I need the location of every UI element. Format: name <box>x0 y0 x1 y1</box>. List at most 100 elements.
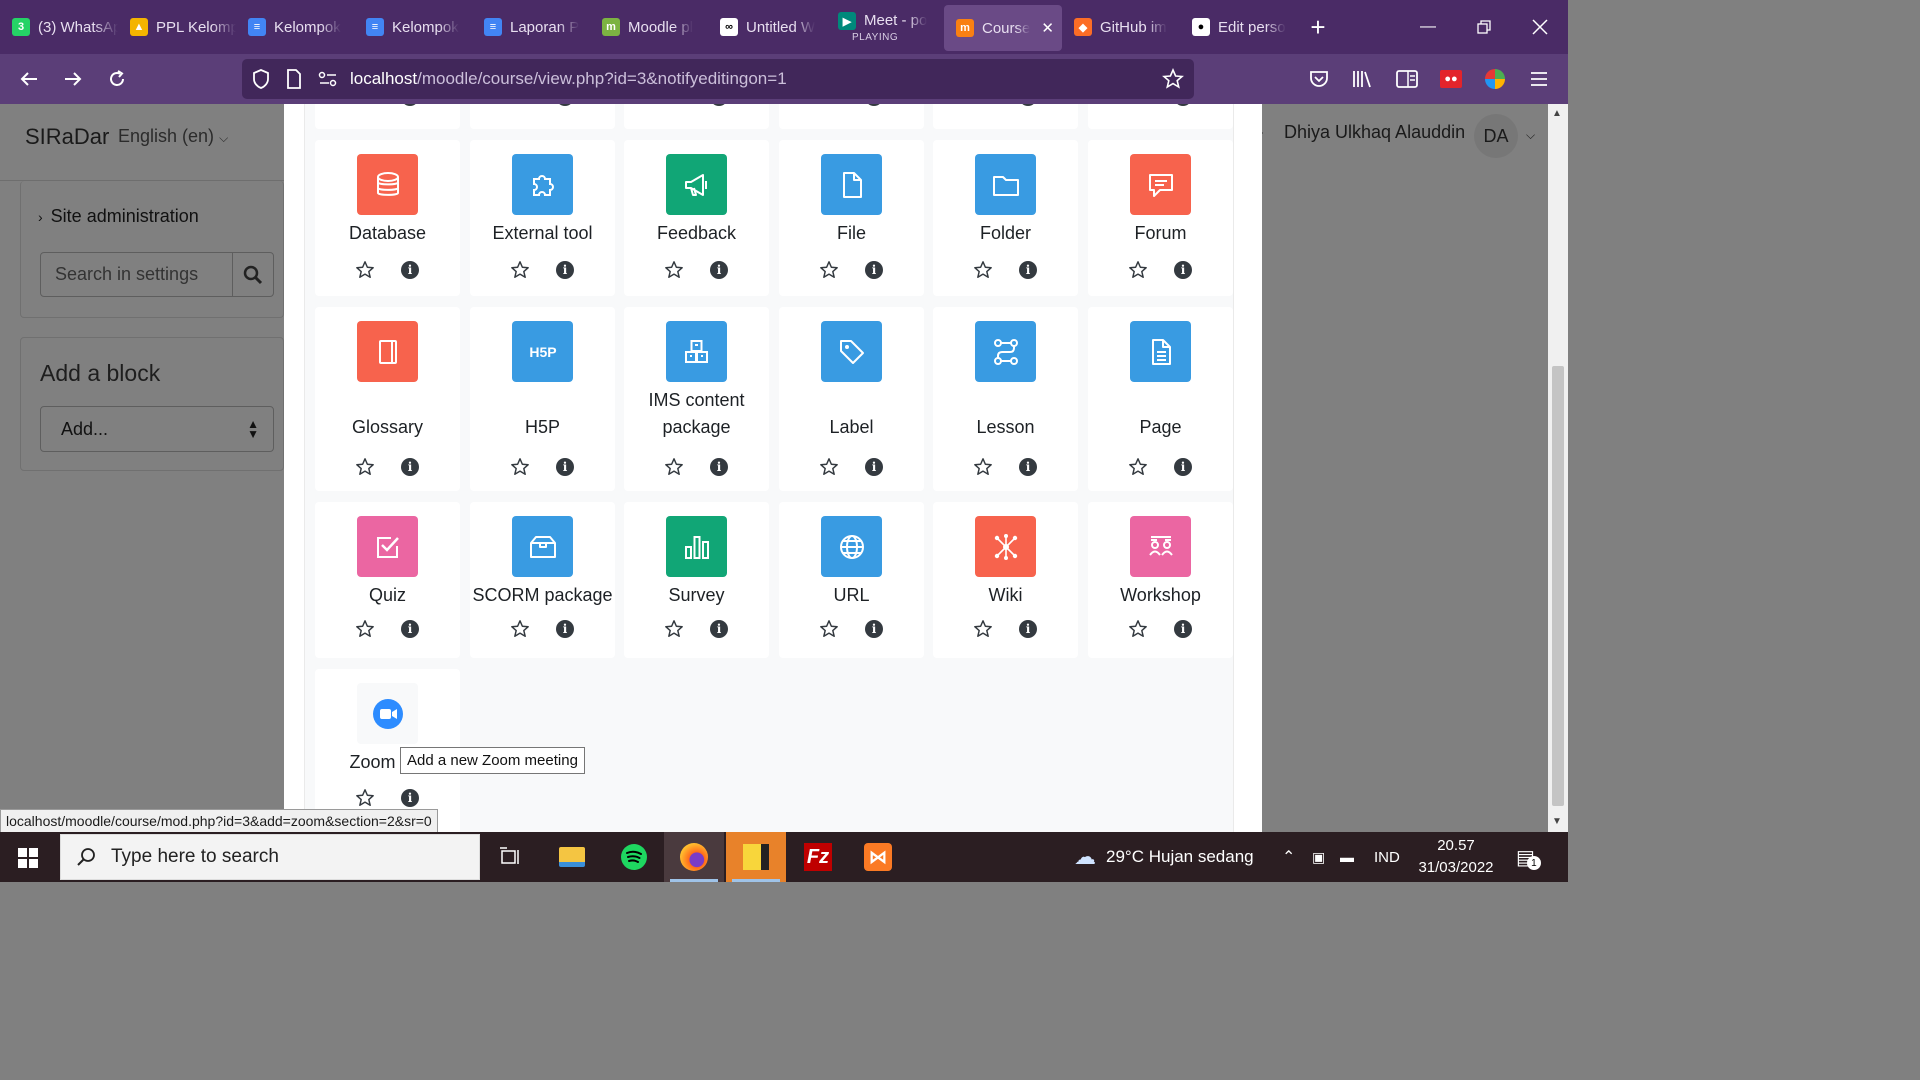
weather-widget[interactable]: ☁ 29°C Hujan sedang <box>1074 832 1254 882</box>
info-icon[interactable]: i <box>401 620 419 638</box>
star-button[interactable] <box>355 104 375 106</box>
user-menu-chevron-icon[interactable]: ⌵ <box>1526 128 1535 143</box>
task-view-button[interactable] <box>480 832 540 882</box>
battery-icon[interactable]: ▬ <box>1340 832 1354 882</box>
taskbar-search[interactable]: Type here to search <box>60 834 480 880</box>
info-icon[interactable]: i <box>1019 104 1037 106</box>
info-icon[interactable]: i <box>1019 261 1037 279</box>
spotify-button[interactable] <box>604 832 664 882</box>
browser-tab[interactable]: ≡ Kelompok <box>354 4 472 50</box>
user-name[interactable]: Dhiya Ulkhaq Alauddin <box>1284 122 1465 143</box>
reader-view-button[interactable] <box>1394 66 1420 92</box>
info-icon[interactable]: i <box>401 261 419 279</box>
star-button[interactable] <box>1128 457 1148 477</box>
star-button[interactable] <box>510 104 530 106</box>
reload-button[interactable] <box>102 64 132 94</box>
info-icon[interactable]: i <box>401 104 419 106</box>
star-button[interactable] <box>664 104 684 106</box>
tray-overflow-icon[interactable]: ⌃ <box>1282 832 1295 882</box>
browser-tab[interactable]: ▶ Meet - po PLAYING <box>826 4 944 50</box>
star-button[interactable] <box>664 619 684 639</box>
file-explorer-button[interactable] <box>542 832 602 882</box>
browser-tab[interactable]: m Course ✕ <box>944 5 1062 51</box>
settings-search-button[interactable] <box>232 253 273 296</box>
star-button[interactable] <box>819 104 839 106</box>
close-window-button[interactable] <box>1512 0 1568 54</box>
filezilla-button[interactable]: Fz <box>788 832 848 882</box>
activity-card-label[interactable]: Label i <box>779 307 924 491</box>
library-button[interactable] <box>1350 66 1376 92</box>
star-button[interactable] <box>1128 104 1148 106</box>
activity-card-lesson[interactable]: Lesson i <box>933 307 1078 491</box>
notifications-button[interactable]: ▤ 1 <box>1516 832 1541 882</box>
info-icon[interactable]: i <box>710 620 728 638</box>
activity-card-page[interactable]: Page i <box>1088 307 1233 491</box>
new-tab-button[interactable]: + <box>1298 12 1338 43</box>
info-icon[interactable]: i <box>401 789 419 807</box>
star-button[interactable] <box>355 788 375 808</box>
star-button[interactable] <box>819 260 839 280</box>
settings-search-input[interactable]: Search in settings <box>41 264 232 285</box>
info-icon[interactable]: i <box>1019 458 1037 476</box>
pocket-button[interactable] <box>1306 66 1332 92</box>
star-button[interactable] <box>1128 260 1148 280</box>
info-icon[interactable]: i <box>1174 458 1192 476</box>
activity-card-scorm-package[interactable]: SCORM package i <box>470 502 615 658</box>
star-button[interactable] <box>973 457 993 477</box>
star-button[interactable] <box>355 260 375 280</box>
star-button[interactable] <box>664 457 684 477</box>
site-admin-link[interactable]: › Site administration <box>38 206 199 227</box>
info-icon[interactable]: i <box>865 620 883 638</box>
info-icon[interactable]: i <box>1174 104 1192 106</box>
star-button[interactable] <box>819 457 839 477</box>
add-block-select[interactable]: Add... ▲ ▼ <box>40 406 274 452</box>
avatar[interactable]: DA <box>1474 114 1518 158</box>
firefox-button[interactable] <box>664 832 724 882</box>
star-button[interactable] <box>973 260 993 280</box>
activity-card-wiki[interactable]: Wiki i <box>933 502 1078 658</box>
forward-button[interactable] <box>58 64 88 94</box>
star-button[interactable] <box>973 619 993 639</box>
site-brand[interactable]: SIRaDar <box>25 124 109 150</box>
extension-globe-button[interactable] <box>1482 66 1508 92</box>
activity-card-partial[interactable]: i <box>779 104 924 129</box>
browser-tab[interactable]: 3 (3) WhatsApp <box>0 4 118 50</box>
activity-card-quiz[interactable]: Quiz i <box>315 502 460 658</box>
activity-card-workshop[interactable]: Workshop i <box>1088 502 1233 658</box>
activity-card-partial[interactable]: i <box>933 104 1078 129</box>
activity-card-partial[interactable]: i <box>470 104 615 129</box>
info-icon[interactable]: i <box>556 620 574 638</box>
activity-card-database[interactable]: Database i <box>315 140 460 296</box>
info-icon[interactable]: i <box>1174 620 1192 638</box>
star-button[interactable] <box>355 619 375 639</box>
browser-tab[interactable]: ∞ Untitled W <box>708 4 826 50</box>
page-scrollbar[interactable]: ▲ ▼ <box>1548 104 1568 832</box>
page-info-icon[interactable] <box>286 69 302 89</box>
back-button[interactable] <box>14 64 44 94</box>
close-tab-icon[interactable]: ✕ <box>1041 19 1054 37</box>
activity-card-glossary[interactable]: Glossary i <box>315 307 460 491</box>
star-button[interactable] <box>510 619 530 639</box>
browser-tab[interactable]: ≡ Laporan P <box>472 4 590 50</box>
meet-now-icon[interactable]: ▣ <box>1312 832 1325 882</box>
activity-card-partial[interactable]: i <box>624 104 769 129</box>
info-icon[interactable]: i <box>1174 261 1192 279</box>
star-button[interactable] <box>510 457 530 477</box>
activity-card-folder[interactable]: Folder i <box>933 140 1078 296</box>
info-icon[interactable]: i <box>710 261 728 279</box>
info-icon[interactable]: i <box>710 104 728 106</box>
info-icon[interactable]: i <box>556 261 574 279</box>
scroll-up-icon[interactable]: ▲ <box>1552 108 1562 119</box>
browser-tab[interactable]: m Moodle pl <box>590 4 708 50</box>
info-icon[interactable]: i <box>556 458 574 476</box>
info-icon[interactable]: i <box>556 104 574 106</box>
activity-card-external-tool[interactable]: External tool i <box>470 140 615 296</box>
activity-card-file[interactable]: File i <box>779 140 924 296</box>
info-icon[interactable]: i <box>865 458 883 476</box>
star-button[interactable] <box>664 260 684 280</box>
browser-tab[interactable]: ▲ PPL Kelompok <box>118 4 236 50</box>
sticky-notes-button[interactable] <box>726 832 786 882</box>
scrollbar-thumb[interactable] <box>1552 366 1564 806</box>
activity-card-ims-content-package[interactable]: IMS content package i <box>624 307 769 491</box>
activity-card-survey[interactable]: Survey i <box>624 502 769 658</box>
